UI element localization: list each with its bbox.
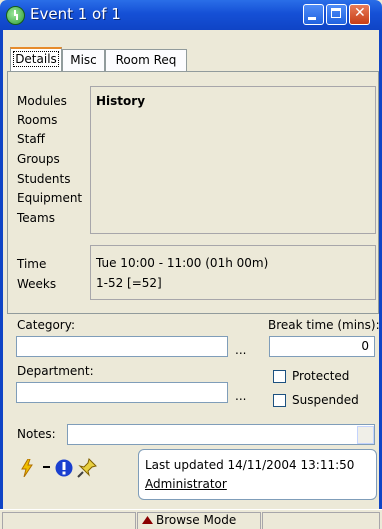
notes-scroll-button[interactable] (357, 426, 374, 444)
resource-item-groups[interactable]: Groups (17, 152, 60, 166)
time-value: Tue 10:00 - 11:00 (01h 00m) (96, 256, 269, 270)
tab-details[interactable]: Details (10, 47, 62, 72)
protected-label: Protected (292, 369, 350, 383)
window-title: Event 1 of 1 (30, 5, 121, 23)
history-box: History (90, 86, 376, 234)
title-bar[interactable]: Event 1 of 1 (0, 0, 382, 30)
alert-icon[interactable] (55, 459, 73, 477)
status-segment-right (262, 512, 380, 529)
break-time-label: Break time (mins): (268, 318, 380, 332)
dropdown-arrow-icon[interactable] (43, 465, 50, 470)
suspended-checkbox[interactable] (273, 394, 286, 407)
notes-field[interactable] (67, 424, 375, 445)
close-button[interactable] (349, 4, 370, 25)
resource-item-modules[interactable]: Modules (17, 94, 67, 108)
history-label: History (96, 94, 146, 108)
administrator-link[interactable]: Administrator (145, 477, 227, 491)
department-browse-button[interactable]: ... (235, 389, 246, 403)
status-segment-left (2, 512, 136, 529)
break-time-value: 0 (361, 339, 369, 353)
category-browse-button[interactable]: ... (235, 343, 246, 357)
notes-label: Notes: (17, 427, 56, 441)
suspended-label: Suspended (292, 393, 359, 407)
tab-room-req[interactable]: Room Req (105, 49, 187, 71)
tab-misc[interactable]: Misc (62, 49, 105, 71)
last-updated-text: Last updated 14/11/2004 13:11:50 (145, 458, 355, 472)
weeks-label: Weeks (17, 277, 57, 291)
maximize-button[interactable] (326, 4, 347, 25)
department-label: Department: (17, 364, 94, 378)
resource-item-staff[interactable]: Staff (17, 132, 45, 146)
tab-misc-label: Misc (70, 53, 97, 67)
resource-item-students[interactable]: Students (17, 172, 71, 186)
resource-item-equipment[interactable]: Equipment (17, 191, 82, 205)
break-time-field[interactable]: 0 (269, 336, 375, 357)
resource-item-rooms[interactable]: Rooms (17, 113, 57, 127)
time-label: Time (17, 257, 47, 271)
resource-item-teams[interactable]: Teams (17, 211, 55, 225)
lightning-icon[interactable] (21, 459, 33, 477)
triangle-up-icon (142, 516, 153, 524)
schedule-box: Tue 10:00 - 11:00 (01h 00m) 1-52 [=52] (90, 245, 376, 300)
weeks-value: 1-52 [=52] (96, 276, 162, 290)
app-clock-icon (6, 6, 25, 25)
category-label: Category: (17, 318, 75, 332)
category-field[interactable] (16, 336, 228, 357)
department-field[interactable] (16, 382, 228, 403)
protected-checkbox[interactable] (273, 370, 286, 383)
status-segment-mode[interactable]: Browse Mode (137, 512, 261, 529)
status-bar: Browse Mode (0, 509, 382, 529)
tab-details-label: Details (13, 51, 59, 67)
pin-icon[interactable] (77, 458, 97, 478)
minimize-button[interactable] (303, 4, 324, 25)
browse-mode-label: Browse Mode (156, 513, 237, 527)
last-updated-box: Last updated 14/11/2004 13:11:50 Adminis… (138, 449, 377, 500)
tab-room-req-label: Room Req (115, 53, 177, 67)
